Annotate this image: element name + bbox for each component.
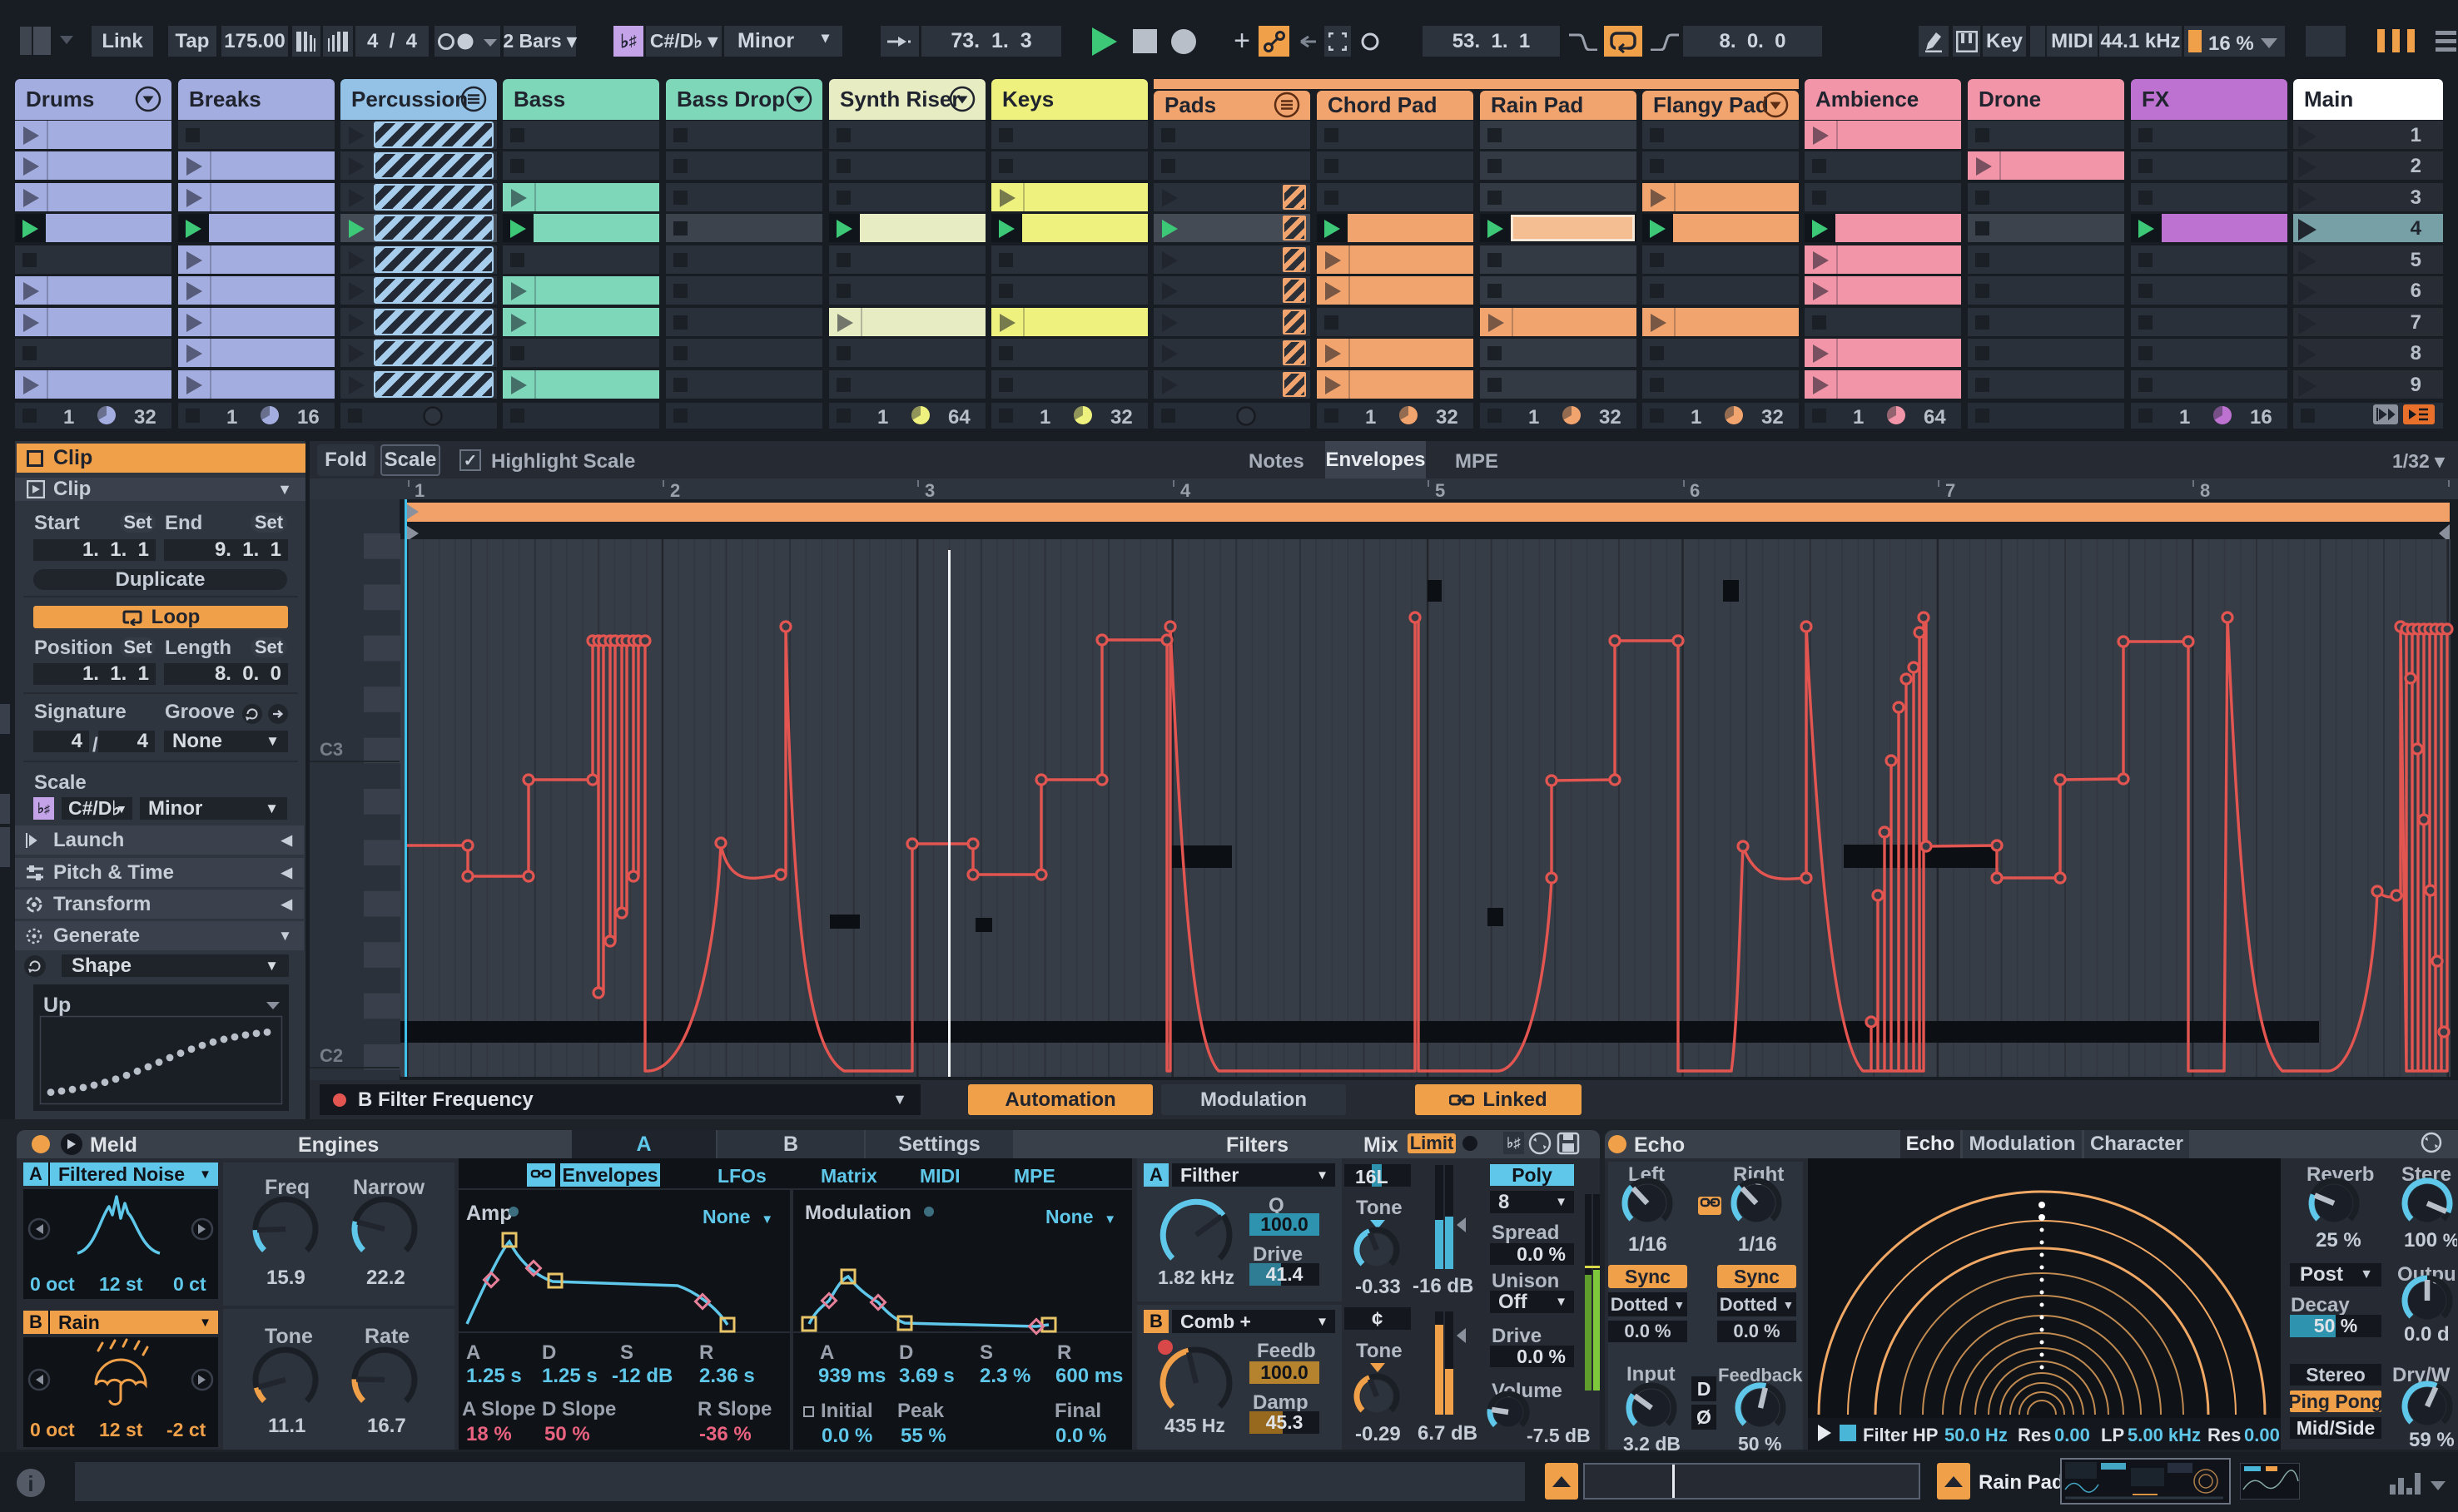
svg-text:i: i [27, 1471, 33, 1496]
